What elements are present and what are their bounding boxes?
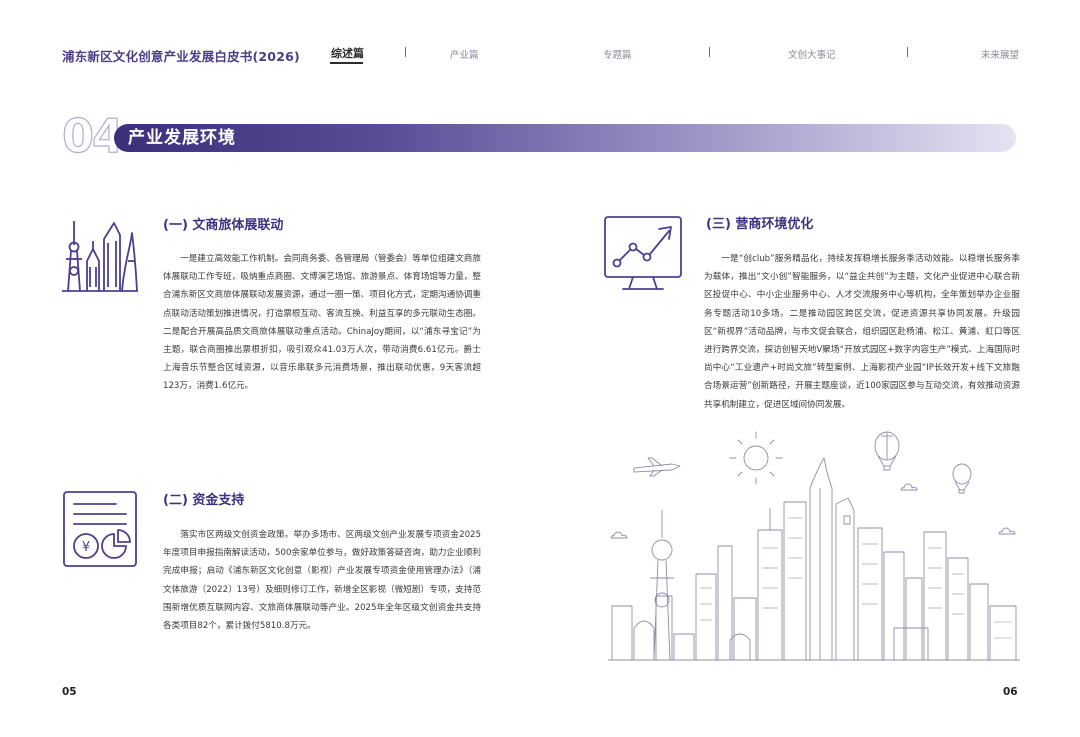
growth-chart-icon (603, 213, 683, 293)
tab-topics[interactable]: 专题篇 (603, 47, 632, 61)
document-title: 浦东新区文化创意产业发展白皮书(2026) (62, 49, 300, 64)
funding-document-icon: ¥ (60, 488, 140, 570)
section-number: 04 (61, 109, 124, 163)
active-tab-underline (330, 62, 363, 64)
subsection-text-2: 落实市区两级文创资金政策。举办多场市、区两级文创产业发展专项资金2025年度项目… (163, 530, 481, 632)
nav-separator (405, 47, 406, 57)
section-title: 产业发展环境 (128, 128, 236, 148)
subsection-title-3: (三) 营商环境优化 (706, 217, 814, 232)
nav-separator (709, 47, 710, 57)
section-banner (114, 124, 1016, 152)
nav-separator (907, 47, 908, 57)
tab-chronicle[interactable]: 文创大事记 (788, 47, 836, 61)
subsection-title-1: (一) 文商旅体展联动 (163, 218, 284, 233)
city-skyline-icon (60, 215, 140, 295)
svg-text:¥: ¥ (82, 540, 90, 555)
tab-overview[interactable]: 综述篇 (331, 45, 364, 61)
subsection-text-3: 一是“创club”服务精品化，持续发挥稳增长服务季活动效能。以稳增长服务季为载体… (704, 254, 1020, 410)
page-number-right: 06 (1003, 686, 1018, 698)
tab-outlook[interactable]: 未来展望 (981, 47, 1019, 61)
page-number-left: 05 (62, 686, 77, 698)
subsection-title-2: (二) 资金支持 (163, 493, 245, 508)
subsection-text-1: 一是建立高效能工作机制。会同商务委、各管理局（管委会）等单位组建文商旅体展联动工… (163, 254, 481, 392)
tab-industry[interactable]: 产业篇 (450, 47, 479, 61)
city-skyline-illustration (604, 428, 1024, 664)
